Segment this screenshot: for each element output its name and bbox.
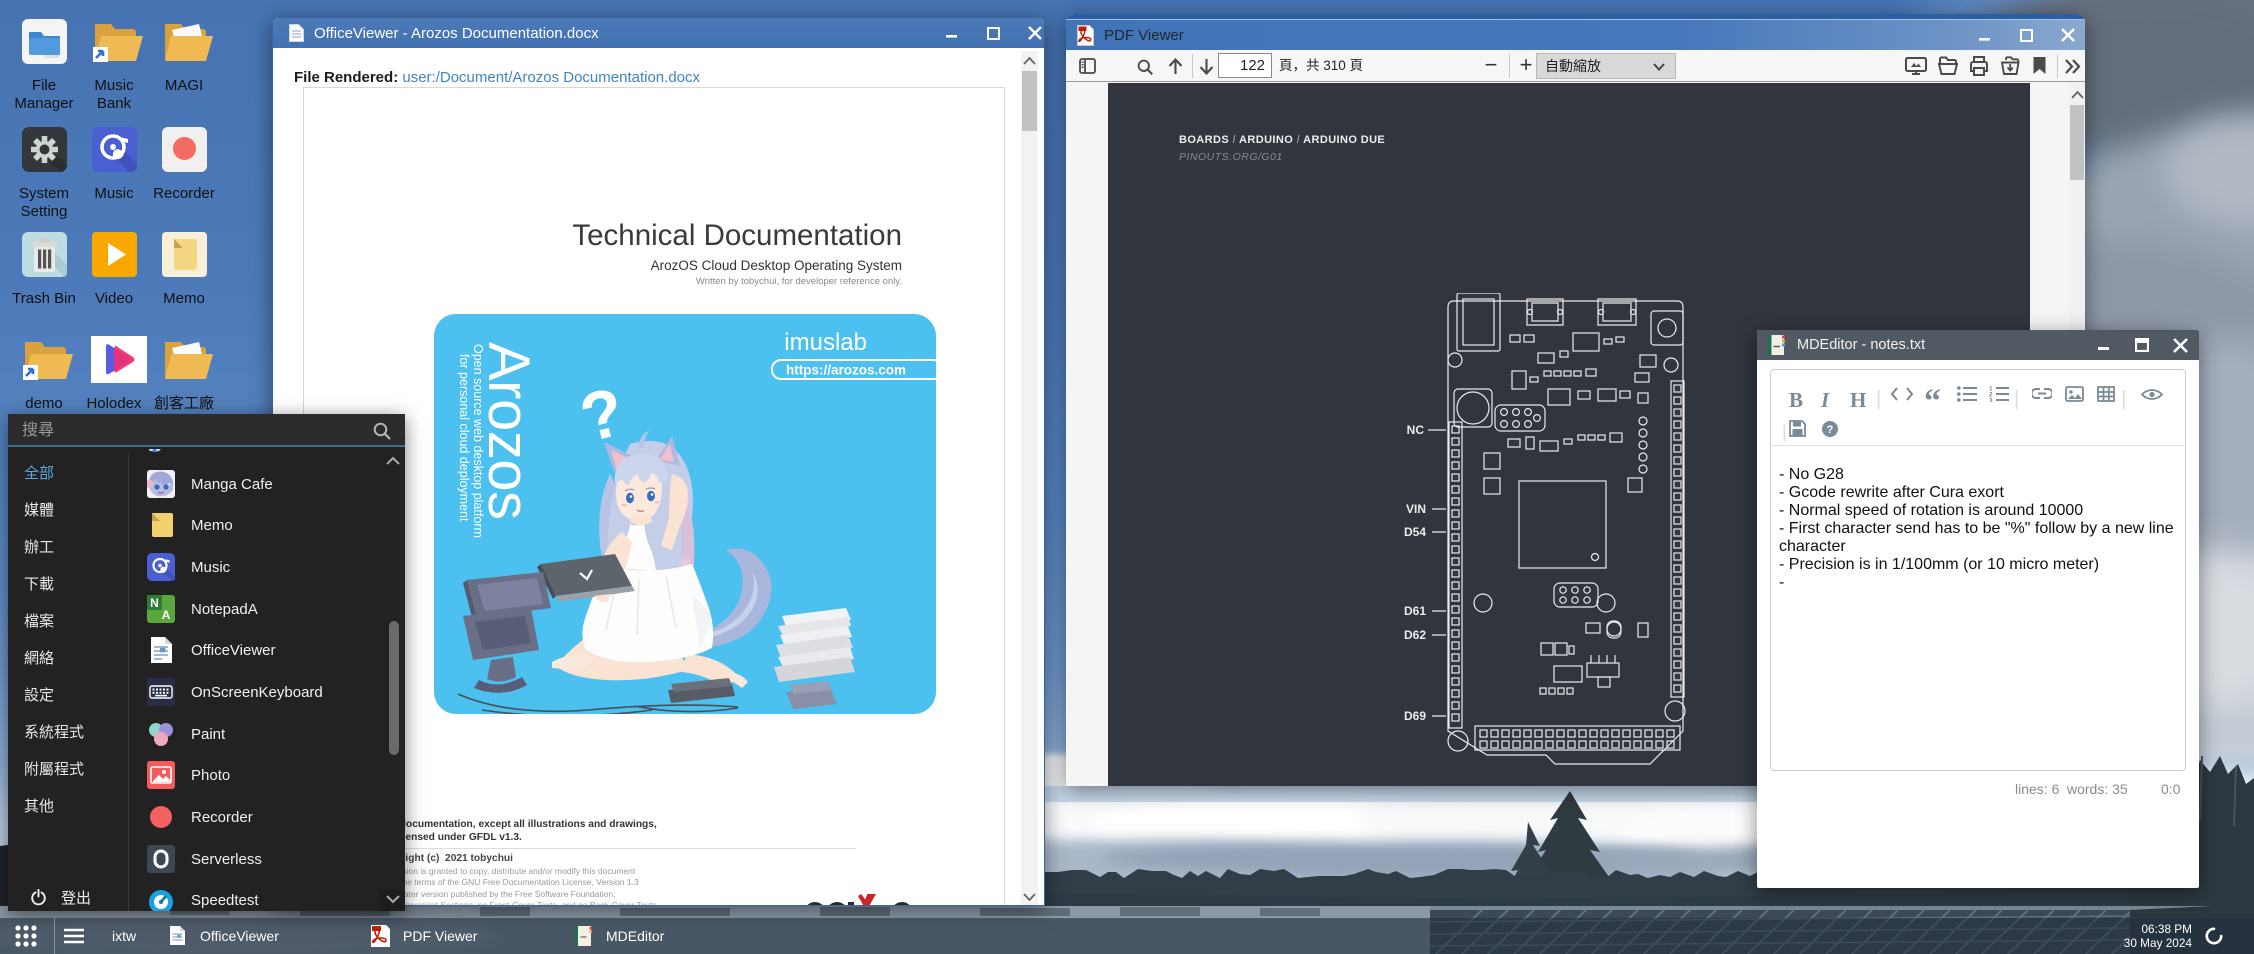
svg-text:Open source web desktop platfo: Open source web desktop platform (471, 344, 485, 538)
svg-text:N: N (150, 596, 159, 610)
svg-text:https://arozos.com: https://arozos.com (786, 363, 906, 378)
svg-text:D61: D61 (1404, 604, 1426, 618)
svg-text:imuslab: imuslab (784, 329, 867, 356)
svg-text:A: A (162, 608, 171, 622)
svg-text:?: ? (1827, 424, 1834, 436)
svg-text:D69: D69 (1404, 709, 1426, 723)
svg-text:VIN: VIN (1406, 502, 1426, 516)
svg-text:for personal cloud deployment: for personal cloud deployment (457, 354, 471, 522)
svg-text:NC: NC (1407, 423, 1425, 437)
svg-text:D54: D54 (1404, 525, 1426, 539)
svg-text:3: 3 (1989, 398, 1993, 403)
svg-text:D62: D62 (1404, 628, 1426, 642)
